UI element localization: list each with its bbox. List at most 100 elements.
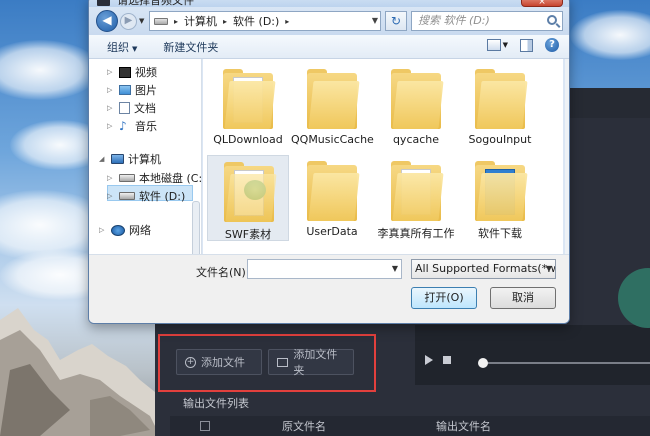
chevron-right-icon: ▸ [223,16,228,26]
dialog-titlebar: 请选择音频文件 × [89,0,569,7]
drive-icon [119,174,135,182]
new-folder-button[interactable]: 新建文件夹 [163,39,218,55]
arrow-left-icon: ◀ [102,13,112,27]
search-placeholder: 搜索 软件 (D:) [418,14,490,27]
close-button[interactable]: × [521,0,563,7]
folder-item[interactable]: qycache [375,63,457,149]
computer-icon [111,154,124,164]
col-output: 输出文件名 [436,420,491,433]
nav-label: 音乐 [135,120,157,133]
chevron-right-icon: ▸ [174,16,179,26]
search-input[interactable]: 搜索 软件 (D:) [411,11,563,31]
filename-input[interactable]: ▼ [247,259,402,279]
folder-icon [391,161,444,221]
folder-icon [475,161,528,221]
highlight-annotation [158,334,376,392]
search-icon [547,15,557,25]
nav-item-drive-c[interactable]: ▷ 本地磁盘 (C:) [107,170,206,186]
folder-item[interactable]: UserData [291,155,373,241]
nav-item-network[interactable]: ▷ 网络 [99,222,151,238]
expand-arrow-icon[interactable]: ▷ [99,226,107,234]
chevron-down-icon[interactable]: ▼ [392,264,398,273]
nav-item-documents[interactable]: ▷ 文档 [107,100,156,116]
chevron-down-icon: ▼ [545,264,552,273]
expand-arrow-icon[interactable]: ▷ [107,68,115,76]
view-options-icon[interactable] [486,39,501,51]
refresh-icon: ↻ [390,14,402,28]
folder-item[interactable]: 李真真所有工作 [375,155,457,241]
nav-item-music[interactable]: ▷ ♪ 音乐 [107,118,157,134]
nav-item-videos[interactable]: ▷ 视频 [107,64,157,80]
folder-label: qycache [392,133,440,146]
folder-item[interactable]: QLDownload [207,63,289,149]
nav-label: 计算机 [128,153,161,166]
folder-label: QLDownload [213,133,283,146]
play-icon[interactable] [425,355,433,365]
collapse-arrow-icon[interactable]: ◢ [99,155,107,163]
organize-label: 组织 [107,40,129,54]
document-icon [119,102,130,114]
cancel-button[interactable]: 取消 [490,287,556,309]
progress-track[interactable] [482,362,650,364]
folder-item-selected[interactable]: SWF素材 [207,155,289,241]
output-list-title: 输出文件列表 [183,397,249,410]
network-icon [111,224,125,236]
expand-arrow-icon[interactable]: ▷ [107,192,115,200]
filename-label: 文件名(N): [196,266,250,279]
chevron-down-icon[interactable]: ▼ [503,41,508,49]
chevron-down-icon: ▼ [132,44,138,53]
chevron-down-icon[interactable]: ▼ [372,16,378,25]
output-table-header: 原文件名 输出文件名 [170,416,650,436]
expand-arrow-icon[interactable]: ▷ [107,104,115,112]
open-file-dialog: 请选择音频文件 × ◀ ▶ ▼ ▸ 计算机 ▸ 软件 (D:) ▸ ▼ ↻ 搜索… [88,0,570,324]
open-button[interactable]: 打开(O) [411,287,477,309]
help-icon[interactable]: ? [545,38,559,52]
expand-arrow-icon[interactable]: ▷ [107,174,115,182]
folder-label: 软件下载 [478,227,522,240]
filetype-select[interactable]: All Supported Formats(*.wav ▼ [411,259,556,279]
nav-label: 本地磁盘 (C:) [139,172,207,185]
nav-item-pictures[interactable]: ▷ 图片 [107,82,157,98]
progress-knob[interactable] [478,358,488,368]
folder-label: UserData [306,225,358,238]
navigation-pane: ▷ 视频 ▷ 图片 ▷ 文档 ▷ ♪ 音乐 ◢ 计算机 ▷ 本地磁盘 (C:) ▷ 软件 (D:… [89,59,206,281]
breadcrumb-drive[interactable]: 软件 (D:) [233,13,279,29]
forward-button[interactable]: ▶ [120,13,137,30]
nav-label: 软件 (D:) [139,190,186,203]
music-note-icon: ♪ [119,119,127,133]
file-list-scrollbar[interactable] [565,59,569,254]
nav-label: 文档 [134,102,156,115]
folder-icon [475,69,528,129]
preview-pane-icon[interactable] [520,38,533,52]
expand-arrow-icon[interactable]: ▷ [107,122,115,130]
stop-icon[interactable] [443,356,451,364]
nav-item-computer[interactable]: ◢ 计算机 [99,151,161,167]
drive-icon [154,17,168,25]
folder-icon [223,69,276,129]
folder-item[interactable]: QQMusicCache [291,63,374,149]
folder-label: 李真真所有工作 [377,227,455,240]
folder-label: SWF素材 [224,228,272,241]
folder-label: SogouInput [468,133,532,146]
history-dropdown[interactable]: ▼ [139,17,144,25]
nav-item-drive-d[interactable]: ▷ 软件 (D:) [107,188,185,204]
folder-item[interactable]: 软件下载 [459,155,541,241]
chevron-right-icon: ▸ [285,16,290,26]
back-button[interactable]: ◀ [96,10,118,32]
file-list-view: QLDownload QQMusicCache qycache SogouInp… [203,59,563,254]
expand-arrow-icon[interactable]: ▷ [107,86,115,94]
nav-label: 视频 [135,66,157,79]
breadcrumb-computer[interactable]: 计算机 [184,13,217,29]
arrow-right-icon: ▶ [124,15,133,26]
nav-label: 图片 [135,84,157,97]
address-path[interactable]: ▸ 计算机 ▸ 软件 (D:) ▸ ▼ [149,11,381,31]
folder-icon [224,162,277,222]
refresh-button[interactable]: ↻ [385,11,407,31]
select-all-checkbox[interactable] [200,421,210,431]
folder-icon [307,69,360,129]
video-icon [119,66,131,78]
organize-menu[interactable]: 组织 ▼ [107,39,137,55]
dialog-toolbar: 组织 ▼ 新建文件夹 ▼ ? [89,35,569,59]
picture-icon [119,85,131,95]
folder-item[interactable]: SogouInput [459,63,541,149]
